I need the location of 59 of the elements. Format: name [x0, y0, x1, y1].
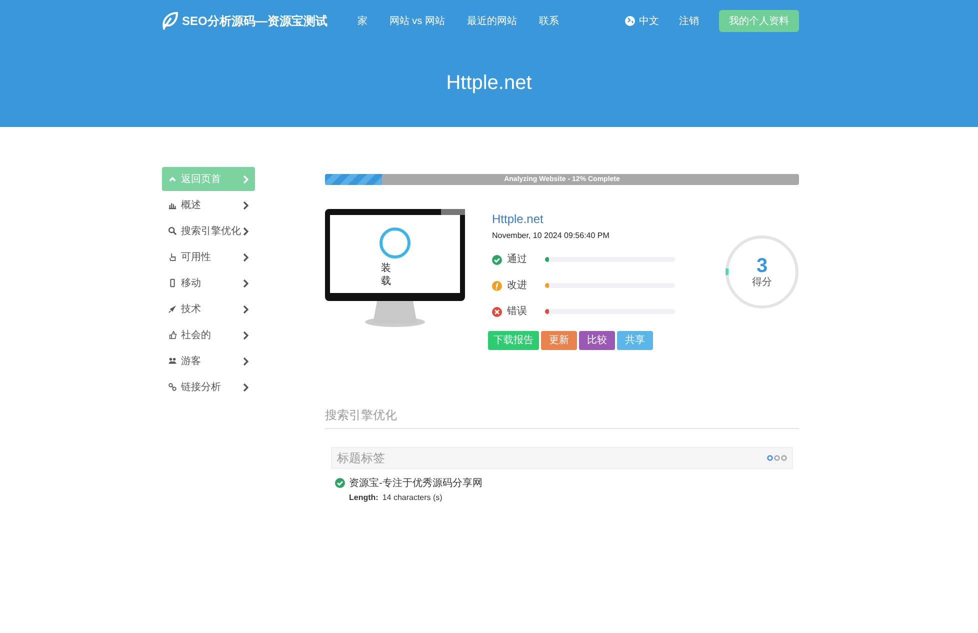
hand-icon — [168, 252, 177, 262]
title-tag-value: 资源宝-专注于优秀源码分享网 — [349, 478, 482, 490]
sidebar-item[interactable]: 返回页首 — [162, 167, 255, 191]
exclamation-icon — [492, 280, 502, 290]
page-title: Httple.net — [446, 70, 532, 96]
sidebar-item[interactable]: 移动 — [162, 271, 255, 295]
sidebar-item[interactable]: 社会的 — [162, 323, 255, 347]
users-icon — [168, 356, 177, 366]
chevron-right-icon — [243, 330, 249, 340]
site-link[interactable]: Httple.net — [492, 210, 682, 228]
score-value: 3 — [756, 256, 768, 276]
result-label: 通过 — [507, 252, 528, 267]
chevron-right-icon — [243, 356, 249, 366]
chevron-right-icon — [243, 200, 249, 210]
share-button[interactable]: 共享 — [617, 331, 653, 350]
update-button[interactable]: 更新 — [541, 331, 577, 350]
chevron-right-icon — [243, 174, 249, 184]
length-label: Length: — [349, 492, 378, 504]
chevron-right-icon — [243, 382, 249, 392]
chevron-right-icon — [243, 304, 249, 314]
chevron-right-icon — [243, 226, 249, 236]
language-link[interactable]: 中文 — [639, 14, 659, 28]
cross-icon — [492, 306, 502, 316]
nav-link[interactable]: 联系 — [538, 14, 559, 28]
nav-link[interactable]: 家 — [357, 14, 368, 28]
chevron-right-icon — [243, 252, 249, 262]
thumbs-up-icon — [168, 330, 177, 340]
sidebar-item[interactable]: 游客 — [162, 349, 255, 373]
nav-link[interactable]: 网站 vs 网站 — [389, 14, 445, 28]
check-icon — [335, 478, 345, 488]
sidebar-item[interactable]: 概述 — [162, 193, 255, 217]
result-label: 错误 — [507, 305, 528, 319]
analysis-date: November, 10 2024 09:56:40 PM — [492, 230, 610, 242]
rocket-icon — [168, 304, 177, 314]
bar-chart-icon — [168, 200, 177, 210]
length-value: 14 characters (s) — [382, 492, 442, 504]
sidebar-item[interactable]: 技术 — [162, 297, 255, 321]
compare-button[interactable]: 比较 — [579, 331, 615, 350]
sidebar-item[interactable]: 搜索引擎优化 — [162, 219, 255, 243]
result-label: 改进 — [507, 278, 528, 293]
loading-text: 装载 — [381, 263, 391, 288]
profile-button[interactable]: 我的个人资料 — [719, 10, 799, 32]
link-icon — [168, 382, 177, 392]
nav-link[interactable]: 最近的网站 — [466, 14, 517, 28]
panel-title: 标题标签 — [337, 450, 385, 467]
score-label: 得分 — [752, 278, 772, 288]
site-logo[interactable]: SEO分析源码—资源宝测试 — [182, 12, 328, 30]
logout-link[interactable]: 注销 — [679, 14, 699, 28]
sidebar-item[interactable]: 链接分析 — [162, 375, 255, 399]
sidebar-item[interactable]: 可用性 — [162, 245, 255, 269]
download-report-button[interactable]: 下载报告 — [488, 331, 539, 350]
check-icon — [492, 254, 502, 264]
chevron-right-icon — [243, 278, 249, 288]
phone-icon — [168, 278, 177, 288]
leaf-logo-icon — [162, 12, 178, 30]
globe-icon — [625, 16, 635, 26]
up-chevron-icon — [168, 174, 177, 184]
section-heading: 搜索引擎优化 — [325, 406, 799, 429]
search-icon — [168, 226, 177, 236]
